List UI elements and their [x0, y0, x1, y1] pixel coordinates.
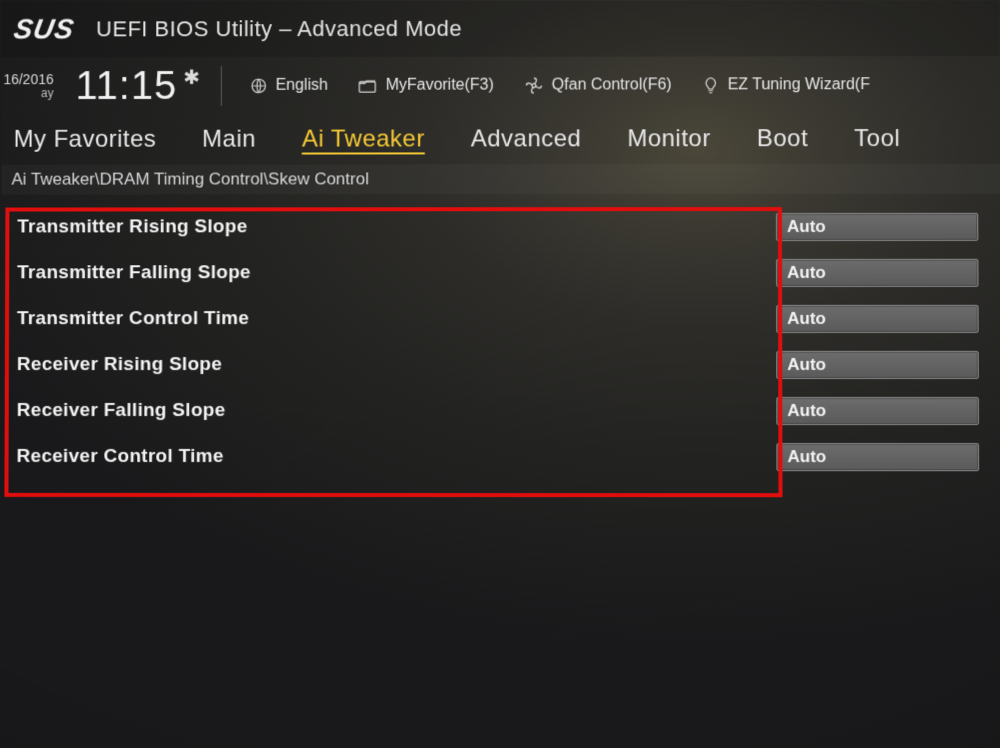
tab-bar: My Favorites Main Ai Tweaker Advanced Mo…	[2, 114, 1000, 165]
setting-row-transmitter-rising-slope[interactable]: Transmitter Rising Slope Auto	[1, 204, 1000, 251]
setting-value-field[interactable]: Auto	[776, 305, 979, 333]
language-selector[interactable]: English	[242, 71, 336, 101]
gear-icon[interactable]: ✱	[183, 68, 201, 88]
setting-label: Transmitter Rising Slope	[17, 216, 776, 238]
clock-time: 11:15	[75, 64, 177, 109]
setting-value-cell: Auto	[776, 305, 987, 333]
tab-main[interactable]: Main	[200, 120, 258, 160]
globe-icon	[250, 77, 268, 95]
setting-label: Transmitter Falling Slope	[17, 262, 776, 284]
setting-label: Receiver Falling Slope	[17, 400, 777, 422]
setting-value-cell: Auto	[776, 397, 987, 425]
setting-value-cell: Auto	[776, 351, 987, 379]
setting-value-field[interactable]: Auto	[776, 397, 979, 425]
setting-value-field[interactable]: Auto	[776, 443, 979, 471]
bulb-icon	[702, 75, 720, 95]
breadcrumb-path: Ai Tweaker\DRAM Timing Control\Skew Cont…	[11, 169, 368, 189]
tab-ai-tweaker[interactable]: Ai Tweaker	[300, 120, 427, 160]
clock: 11:15 ✱	[75, 64, 200, 109]
content-area: Transmitter Rising Slope Auto Transmitte…	[1, 194, 1000, 484]
folder-icon	[358, 78, 378, 94]
setting-row-transmitter-control-time[interactable]: Transmitter Control Time Auto	[1, 296, 1000, 342]
setting-value-cell: Auto	[776, 259, 986, 287]
my-favorite-label: MyFavorite(F3)	[386, 77, 494, 95]
tab-tool[interactable]: Tool	[852, 119, 902, 159]
utility-title: UEFI BIOS Utility – Advanced Mode	[96, 16, 462, 42]
ez-tuning-label: EZ Tuning Wizard(F	[728, 76, 870, 94]
vertical-divider	[221, 66, 222, 106]
date-block: 16/2016 ay	[2, 72, 62, 100]
setting-value-field[interactable]: Auto	[776, 259, 978, 287]
date-line2: ay	[2, 87, 54, 100]
setting-value-field[interactable]: Auto	[776, 213, 978, 241]
date-line1: 16/2016	[2, 72, 54, 87]
info-bar: 16/2016 ay 11:15 ✱ English	[2, 56, 1000, 115]
setting-value-field[interactable]: Auto	[776, 351, 979, 379]
my-favorite-button[interactable]: MyFavorite(F3)	[350, 71, 502, 101]
ez-tuning-wizard-button[interactable]: EZ Tuning Wizard(F	[694, 69, 878, 101]
setting-row-transmitter-falling-slope[interactable]: Transmitter Falling Slope Auto	[1, 250, 1000, 296]
tab-my-favorites[interactable]: My Favorites	[12, 120, 159, 160]
setting-label: Transmitter Control Time	[17, 308, 776, 330]
brand-row: SUS UEFI BIOS Utility – Advanced Mode	[2, 0, 1000, 57]
tab-monitor[interactable]: Monitor	[625, 119, 713, 159]
setting-row-receiver-control-time[interactable]: Receiver Control Time Auto	[1, 434, 1000, 480]
brand-logo: SUS	[11, 14, 77, 46]
qfan-control-button[interactable]: Qfan Control(F6)	[516, 69, 680, 101]
setting-value-cell: Auto	[776, 213, 986, 241]
setting-label: Receiver Rising Slope	[17, 354, 776, 376]
setting-label: Receiver Control Time	[17, 446, 777, 468]
settings-list: Transmitter Rising Slope Auto Transmitte…	[1, 200, 1000, 484]
setting-value-cell: Auto	[776, 443, 987, 471]
tab-boot[interactable]: Boot	[755, 119, 810, 159]
bios-screen: SUS UEFI BIOS Utility – Advanced Mode 16…	[0, 0, 1000, 748]
tab-advanced[interactable]: Advanced	[469, 119, 584, 159]
fan-icon	[524, 76, 544, 96]
setting-row-receiver-rising-slope[interactable]: Receiver Rising Slope Auto	[1, 342, 1000, 388]
breadcrumb: Ai Tweaker\DRAM Timing Control\Skew Cont…	[2, 164, 1000, 195]
language-label: English	[276, 77, 328, 95]
qfan-label: Qfan Control(F6)	[552, 76, 672, 94]
setting-row-receiver-falling-slope[interactable]: Receiver Falling Slope Auto	[1, 388, 1000, 434]
